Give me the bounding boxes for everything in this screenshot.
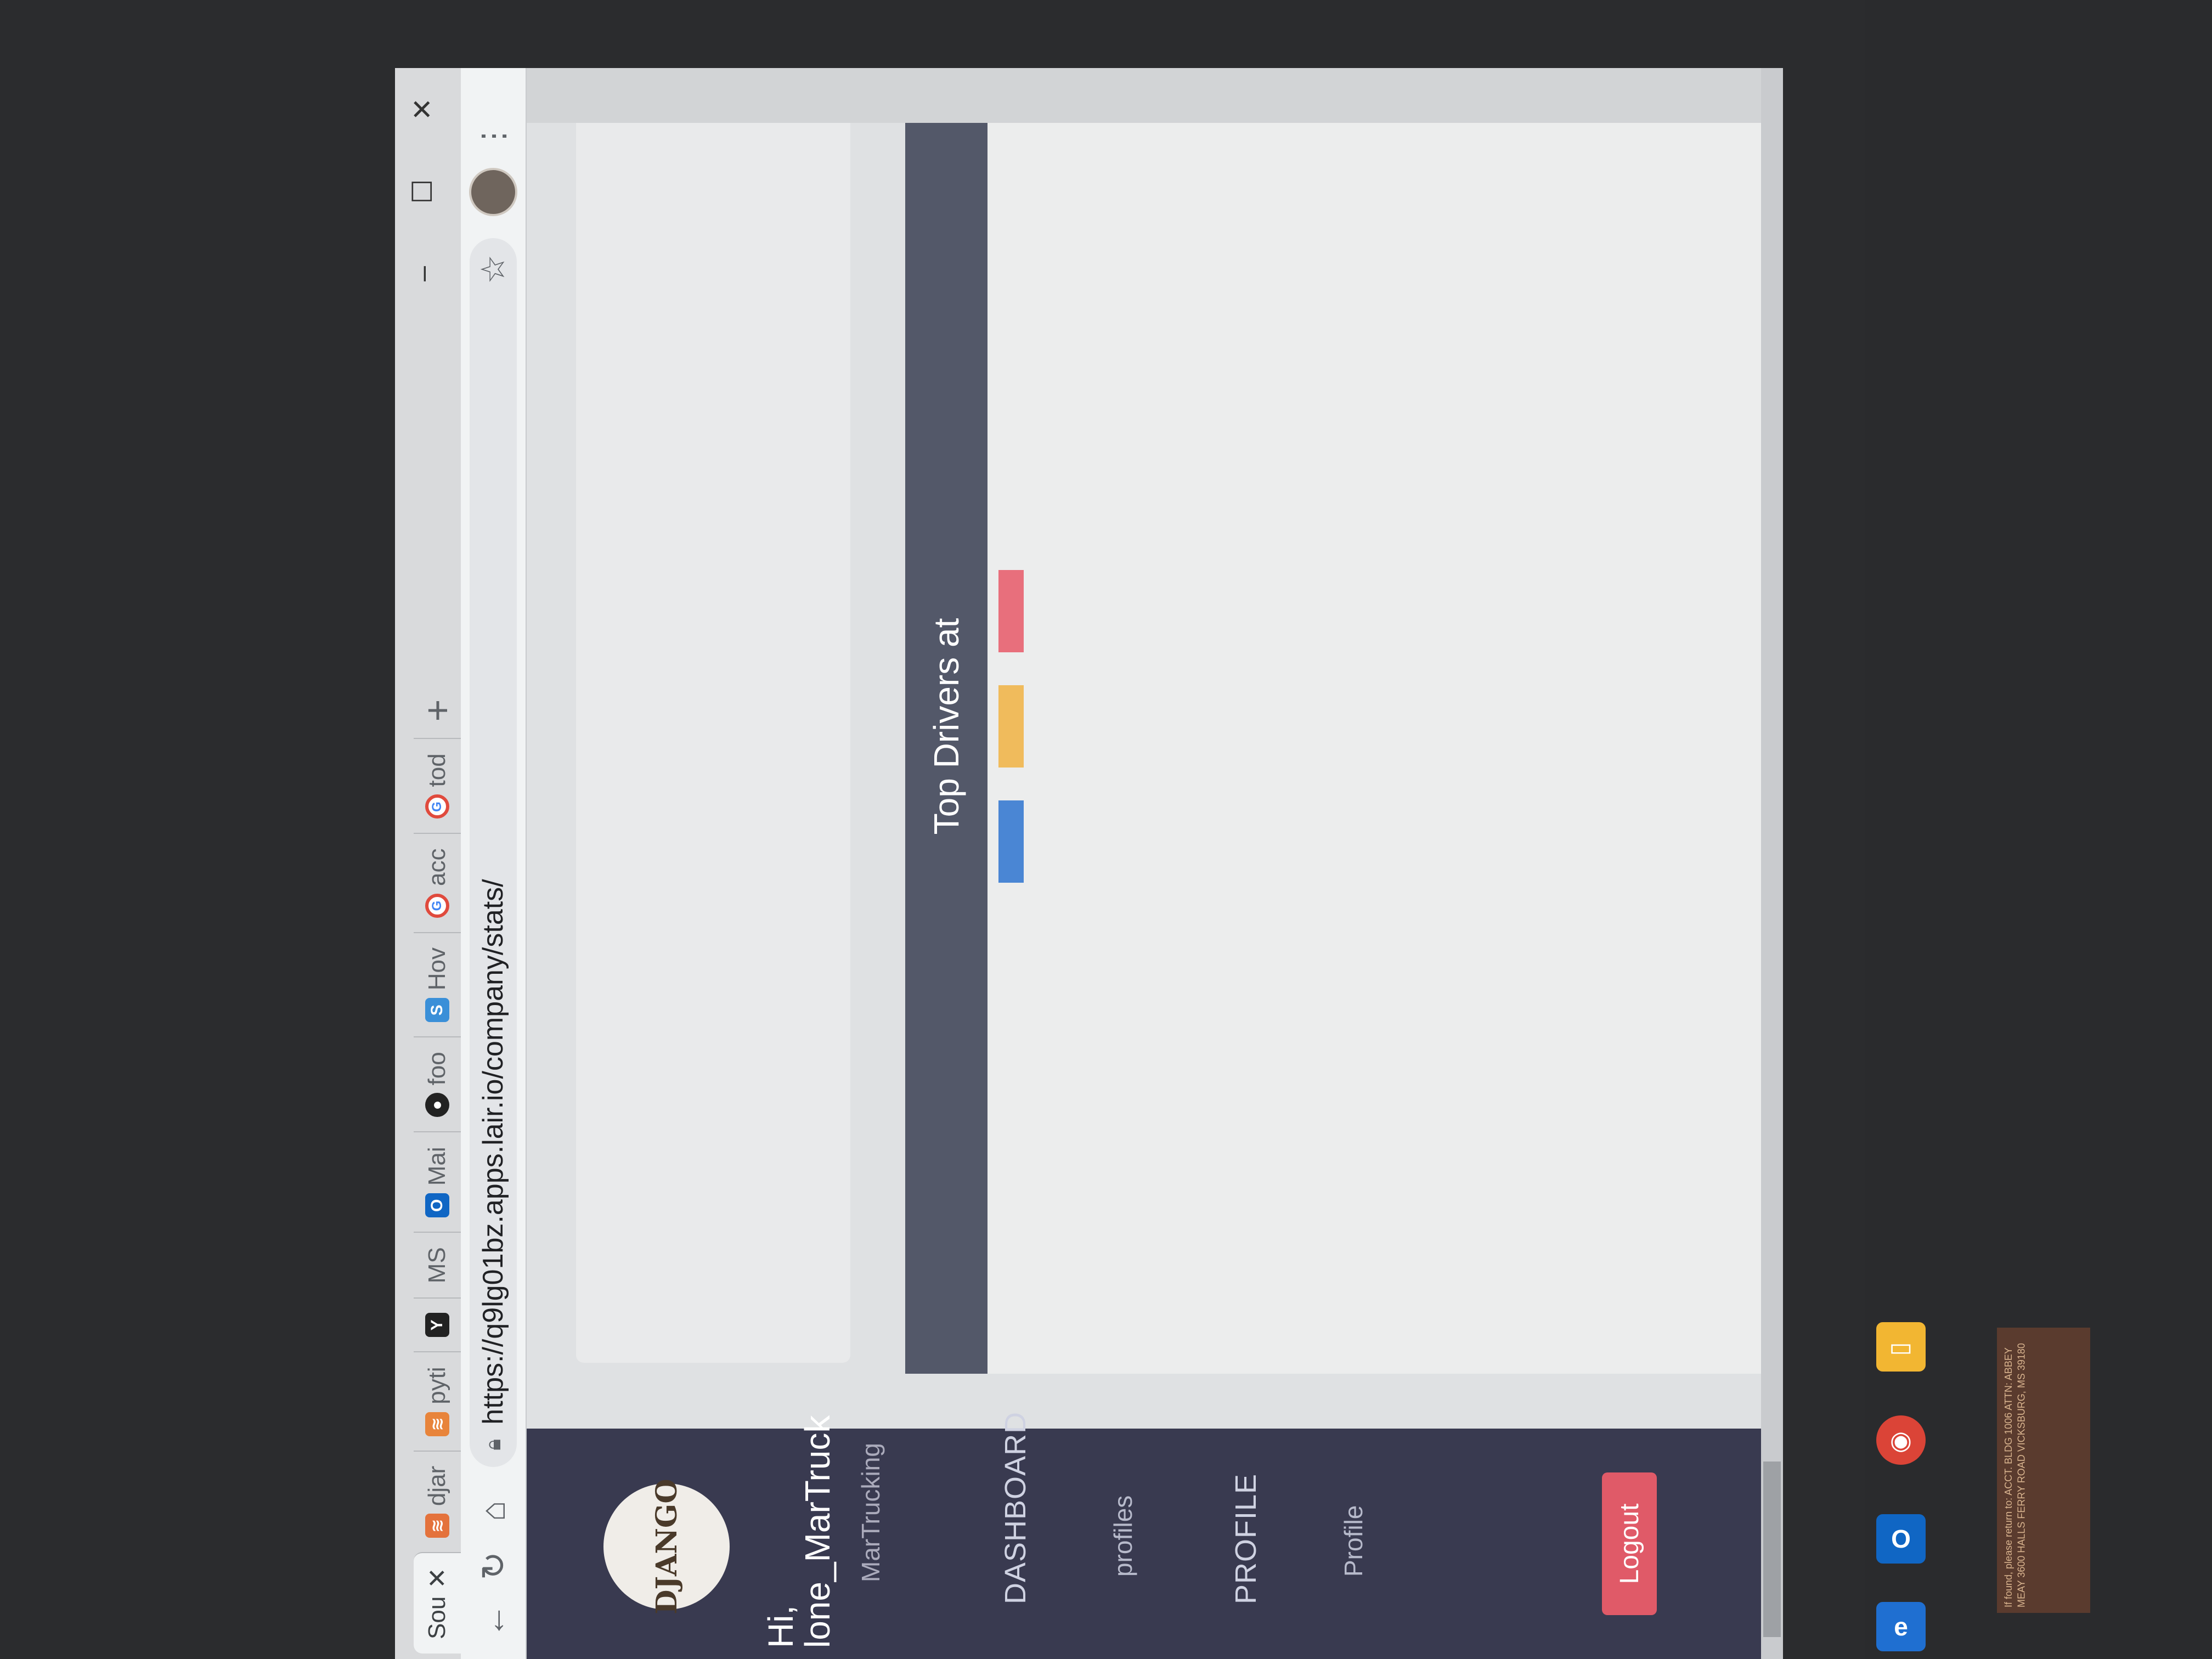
tab-google-acc[interactable]: G acc bbox=[414, 833, 461, 932]
window-controls: – ☐ ✕ bbox=[395, 68, 450, 315]
tab-s[interactable]: S Hov bbox=[414, 932, 461, 1037]
outlook-icon[interactable]: O bbox=[1876, 1514, 1926, 1564]
python-icon: ≋ bbox=[425, 1412, 449, 1436]
tab-label: foo bbox=[424, 1052, 450, 1086]
close-button[interactable]: ✕ bbox=[395, 68, 450, 150]
sidebar: DJANGO Hi, lone_MarTruck MarTrucking DAS… bbox=[527, 1412, 1783, 1659]
legend-swatch-blue[interactable] bbox=[998, 800, 1024, 883]
tab-label: Sou bbox=[424, 1596, 450, 1639]
minimize-button[interactable]: – bbox=[395, 233, 450, 315]
sticky-note: If found, please return to: ACCT. BLDG 1… bbox=[1997, 1328, 2090, 1613]
menu-icon[interactable]: ⋮ bbox=[475, 121, 511, 151]
main-content: Top Drivers at bbox=[527, 68, 1783, 1429]
url-text: https://q9lg01bz.apps.lair.io/company/st… bbox=[477, 879, 509, 1425]
legend-swatch-yellow[interactable] bbox=[998, 685, 1024, 768]
tab-label: djar bbox=[424, 1465, 450, 1506]
github-icon: ● bbox=[425, 1093, 449, 1118]
new-tab-button[interactable]: + bbox=[414, 682, 461, 738]
edge-icon[interactable]: e bbox=[1876, 1602, 1926, 1651]
horizontal-scrollbar[interactable] bbox=[1761, 68, 1783, 1659]
tab-label: Mai bbox=[424, 1147, 450, 1186]
legend-swatch-red[interactable] bbox=[998, 570, 1024, 652]
username: lone_MarTruck bbox=[798, 1415, 838, 1648]
tab-google-tod[interactable]: G tod bbox=[414, 738, 461, 833]
django-icon: ≋ bbox=[425, 1514, 449, 1538]
tab-ms[interactable]: MS bbox=[414, 1232, 461, 1298]
right-gutter bbox=[527, 68, 1783, 123]
tab-django[interactable]: ≋ djar bbox=[414, 1450, 461, 1553]
tab-active[interactable]: Sou ✕ bbox=[414, 1552, 552, 1659]
nav-item-profile[interactable]: Profile bbox=[1339, 1505, 1368, 1577]
nav-heading-dashboard: DASHBOARD bbox=[999, 1411, 1032, 1604]
monitor-screen: Sou ✕ ≋ djar ≋ pyti Y MS O Mai ● foo S H… bbox=[395, 68, 1783, 1659]
bookmark-star-icon[interactable]: ☆ bbox=[474, 255, 512, 284]
tab-y[interactable]: Y bbox=[414, 1297, 461, 1352]
outlook-icon: O bbox=[425, 1193, 449, 1218]
browser-toolbar: ← ↻ ⌂ 🔒︎ https://q9lg01bz.apps.lair.io/c… bbox=[461, 68, 527, 1659]
greeting-hi: Hi, bbox=[761, 1605, 800, 1648]
chrome-icon[interactable]: ◉ bbox=[1876, 1415, 1926, 1465]
tab-label: tod bbox=[424, 753, 450, 787]
y-icon: Y bbox=[425, 1313, 449, 1338]
scrollbar-thumb[interactable] bbox=[1763, 1462, 1781, 1637]
tab-close-icon[interactable]: ✕ bbox=[422, 1567, 452, 1589]
file-explorer-icon[interactable]: ▭ bbox=[1876, 1322, 1926, 1372]
maximize-button[interactable]: ☐ bbox=[395, 150, 450, 233]
address-bar[interactable]: 🔒︎ https://q9lg01bz.apps.lair.io/company… bbox=[470, 238, 517, 1467]
tab-strip: Sou ✕ ≋ djar ≋ pyti Y MS O Mai ● foo S H… bbox=[395, 68, 552, 1659]
nav-heading-profile: PROFILE bbox=[1229, 1473, 1262, 1604]
tab-label: Hov bbox=[424, 947, 450, 991]
tab-mail[interactable]: O Mai bbox=[414, 1131, 461, 1232]
nav-item-profiles[interactable]: profiles bbox=[1108, 1496, 1138, 1577]
chart-card-title: Top Drivers at bbox=[905, 79, 988, 1374]
top-card bbox=[576, 101, 850, 1363]
chart-legend bbox=[998, 79, 1024, 1374]
back-icon[interactable]: ← bbox=[466, 1593, 521, 1648]
logo: DJANGO bbox=[603, 1479, 730, 1615]
tab-github[interactable]: ● foo bbox=[414, 1036, 461, 1132]
profile-avatar[interactable] bbox=[469, 168, 517, 216]
tab-label: MS bbox=[424, 1247, 450, 1284]
web-page: DJANGO Hi, lone_MarTruck MarTrucking DAS… bbox=[527, 68, 1783, 1659]
tab-python[interactable]: ≋ pyti bbox=[414, 1351, 461, 1451]
tab-label: acc bbox=[424, 848, 450, 886]
google-icon: G bbox=[425, 794, 449, 819]
lock-icon: 🔒︎ bbox=[481, 1438, 505, 1451]
s-icon: S bbox=[425, 998, 449, 1023]
google-icon: G bbox=[425, 893, 449, 918]
chart-card: Top Drivers at bbox=[905, 79, 1783, 1374]
company-name: MarTrucking bbox=[856, 1443, 885, 1582]
tab-label: pyti bbox=[424, 1367, 450, 1404]
reload-icon[interactable]: ↻ bbox=[466, 1538, 521, 1593]
home-icon[interactable]: ⌂ bbox=[466, 1483, 521, 1538]
logout-button[interactable]: Logout bbox=[1602, 1472, 1657, 1615]
greeting: Hi, lone_MarTruck bbox=[761, 1415, 838, 1648]
